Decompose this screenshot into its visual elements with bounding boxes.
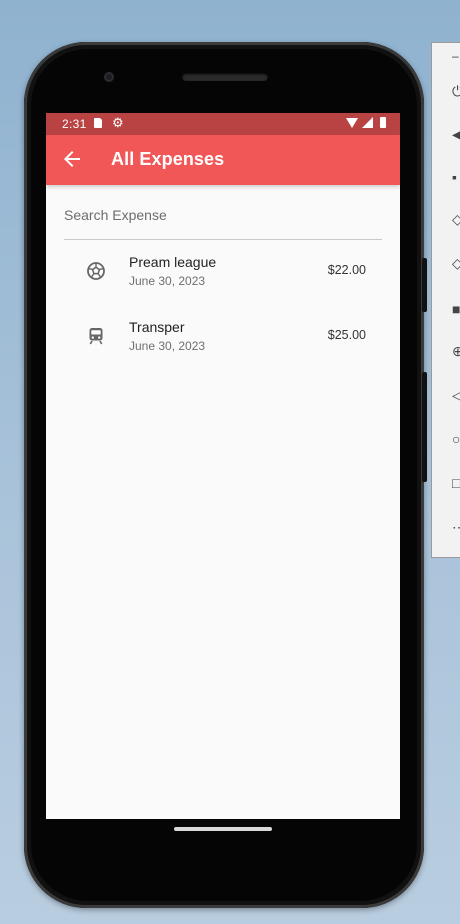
volume-button[interactable] <box>422 372 427 482</box>
expense-date: June 30, 2023 <box>129 274 206 288</box>
cell-signal-icon <box>362 117 373 128</box>
expense-title: Pream league <box>129 254 217 270</box>
status-icons <box>346 117 386 128</box>
expense-title: Transper <box>129 319 185 335</box>
back-icon[interactable]: ◁ <box>452 387 460 404</box>
search-input[interactable] <box>64 201 382 229</box>
volume-up-icon[interactable]: ◀ <box>452 126 460 143</box>
battery-icon <box>380 117 386 128</box>
back-arrow-icon[interactable] <box>60 147 84 171</box>
rotate-right-icon[interactable]: ◇ <box>452 255 460 272</box>
power-button[interactable] <box>422 258 427 312</box>
power-icon[interactable]: ⏻ <box>452 83 460 100</box>
status-bar: 2:31 ⚙ <box>46 113 400 135</box>
expense-date: June 30, 2023 <box>129 339 206 353</box>
soccer-ball-icon <box>86 261 106 281</box>
home-icon[interactable]: ○ <box>452 431 460 447</box>
wifi-icon <box>346 117 358 128</box>
search-field <box>64 197 382 240</box>
front-camera <box>104 72 114 82</box>
home-gesture-handle[interactable] <box>174 827 272 831</box>
expense-amount: $25.00 <box>327 328 366 342</box>
phone-screen: 2:31 ⚙ All Expenses Search Expense Pream… <box>46 113 400 819</box>
rotate-left-icon[interactable]: ◇ <box>452 211 460 228</box>
emulator-toolbar: – ⏻ ◀ ▪ ◇ ◇ ■ ⊕ ◁ ○ □ ⋯ <box>431 42 460 558</box>
earpiece-speaker <box>182 73 268 81</box>
zoom-icon[interactable]: ⊕ <box>452 343 460 360</box>
camera-icon[interactable]: ■ <box>452 301 460 317</box>
volume-down-icon[interactable]: ▪ <box>452 169 457 185</box>
minimize-icon[interactable]: – <box>452 49 459 63</box>
list-item[interactable]: Transper June 30, 2023 $25.00 <box>46 308 400 373</box>
train-icon <box>86 326 106 346</box>
more-icon[interactable]: ⋯ <box>452 519 460 536</box>
expense-amount: $22.00 <box>327 263 366 277</box>
list-item[interactable]: Pream league June 30, 2023 $22.00 <box>46 243 400 308</box>
gesture-nav-area <box>46 819 400 889</box>
page-title: All Expenses <box>111 149 225 169</box>
sd-card-icon <box>94 118 102 128</box>
settings-gear-icon: ⚙ <box>112 115 124 130</box>
expense-list: Pream league June 30, 2023 $22.00 Transp… <box>46 243 400 373</box>
overview-icon[interactable]: □ <box>452 475 460 491</box>
app-bar: All Expenses <box>46 135 400 185</box>
status-time: 2:31 <box>62 117 87 131</box>
